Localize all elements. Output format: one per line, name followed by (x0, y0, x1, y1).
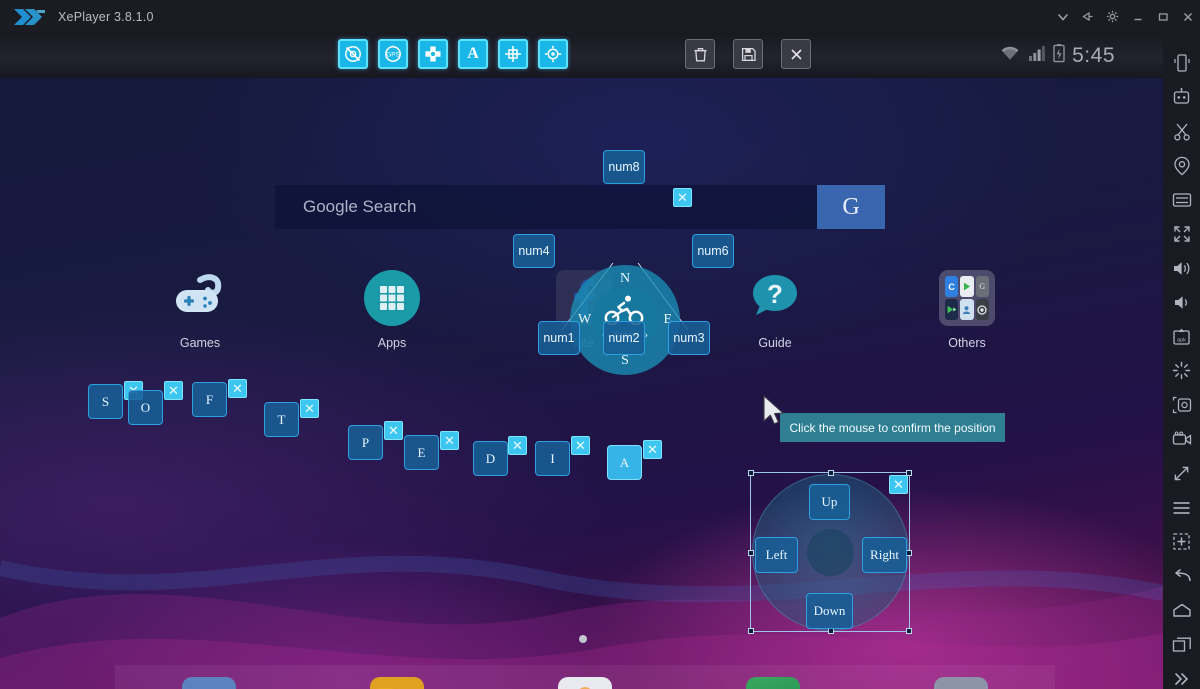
android-screen: Google Search G Games Apps ? Guide C G O… (0, 78, 1163, 689)
mapped-key-i[interactable]: I (535, 441, 570, 476)
mapped-key-s[interactable]: S (88, 384, 123, 419)
joystick-key-num8[interactable]: num8 (603, 150, 645, 184)
shake-burst-icon[interactable] (1169, 361, 1195, 381)
joystick-close-icon[interactable]: ✕ (673, 188, 692, 207)
resize-handle-w[interactable] (748, 550, 754, 556)
resize-handle-n[interactable] (828, 470, 834, 476)
apk-install-icon[interactable]: apk (1169, 327, 1195, 347)
title-bar: XePlayer 3.8.1.0 (0, 0, 1200, 33)
macro-robot-icon[interactable] (1169, 87, 1195, 107)
gear-icon[interactable] (1100, 0, 1125, 33)
video-record-icon[interactable] (1169, 429, 1195, 449)
joystick-widget[interactable]: N W E S ‹ 6m/s › (570, 265, 680, 375)
home-icon[interactable] (1169, 600, 1195, 620)
maximize-icon[interactable] (1150, 0, 1175, 33)
resize-handle-se[interactable] (906, 628, 912, 634)
pin-icon[interactable] (1075, 0, 1100, 33)
mapped-key-t[interactable]: T (264, 402, 299, 437)
volume-up-icon[interactable] (1169, 258, 1195, 278)
mapped-key-f[interactable]: F (192, 382, 227, 417)
right-sidebar: apk (1163, 33, 1200, 689)
mapped-key-d[interactable]: D (473, 441, 508, 476)
close-icon[interactable] (1175, 0, 1200, 33)
minimize-icon[interactable] (1125, 0, 1150, 33)
mapped-key-o-close-icon[interactable]: ✕ (164, 381, 183, 400)
signal-icon (1028, 44, 1046, 67)
joystick-dir-north: N (619, 271, 631, 286)
app-title: XePlayer 3.8.1.0 (58, 9, 154, 24)
expand-more-icon[interactable] (1169, 669, 1195, 689)
wifi-icon (999, 44, 1021, 67)
mapped-key-t-close-icon[interactable]: ✕ (300, 399, 319, 418)
dpad-close-icon[interactable]: ✕ (889, 475, 908, 494)
shake-phone-icon[interactable] (1169, 53, 1195, 73)
joystick-key-num6[interactable]: num6 (692, 234, 734, 268)
keymap-action-group (685, 39, 811, 69)
mouse-cursor (763, 395, 784, 425)
target-tool[interactable] (538, 39, 568, 69)
mapped-key-a[interactable]: A (607, 445, 642, 480)
joystick-key-num4[interactable]: num4 (513, 234, 555, 268)
battery-charging-icon (1053, 43, 1065, 68)
move-tool[interactable] (498, 39, 528, 69)
status-area: 5:45 (999, 33, 1115, 78)
resize-icon[interactable] (1169, 463, 1195, 483)
mapped-key-p-close-icon[interactable]: ✕ (384, 421, 403, 440)
keymap-toolbar: GPS A 5:45 (0, 33, 1163, 78)
xeplayer-window: XePlayer 3.8.1.0 GPS A 5:45 Google Searc… (0, 0, 1200, 689)
volume-down-icon[interactable] (1169, 292, 1195, 312)
back-icon[interactable] (1169, 566, 1195, 586)
status-clock: 5:45 (1072, 43, 1115, 67)
dpad-key-right[interactable]: Right (862, 537, 907, 573)
key-tool-label: A (467, 45, 479, 62)
save-button[interactable] (733, 39, 763, 69)
steering-wheel-tool[interactable] (338, 39, 368, 69)
mapped-key-o[interactable]: O (128, 390, 163, 425)
recents-icon[interactable] (1169, 634, 1195, 654)
mapped-key-p[interactable]: P (348, 425, 383, 460)
joystick-key-num1[interactable]: num1 (538, 321, 580, 355)
key-tool[interactable]: A (458, 39, 488, 69)
joystick-dir-south: S (621, 353, 629, 368)
svg-text:GPS: GPS (386, 52, 400, 59)
mapped-key-f-close-icon[interactable]: ✕ (228, 379, 247, 398)
dpad-key-left[interactable]: Left (755, 537, 798, 573)
chevron-down-icon[interactable] (1050, 0, 1075, 33)
mapped-key-e[interactable]: E (404, 435, 439, 470)
speed-increase-arrow[interactable]: › (644, 329, 648, 341)
dpad-tool[interactable] (418, 39, 448, 69)
joystick-key-num3[interactable]: num3 (668, 321, 710, 355)
location-icon[interactable] (1169, 156, 1195, 176)
resize-handle-nw[interactable] (748, 470, 754, 476)
resize-handle-sw[interactable] (748, 628, 754, 634)
fullscreen-icon[interactable] (1169, 224, 1195, 244)
mapped-key-d-close-icon[interactable]: ✕ (508, 436, 527, 455)
joystick-key-num2[interactable]: num2 (603, 321, 645, 355)
add-box-icon[interactable] (1169, 532, 1195, 552)
svg-text:apk: apk (1177, 338, 1186, 344)
mapped-key-e-close-icon[interactable]: ✕ (440, 431, 459, 450)
gps-tool[interactable]: GPS (378, 39, 408, 69)
scissors-icon[interactable] (1169, 121, 1195, 141)
mapped-key-a-close-icon[interactable]: ✕ (643, 440, 662, 459)
screenshot-icon[interactable] (1169, 395, 1195, 415)
keyboard-icon[interactable] (1169, 190, 1195, 210)
mapped-key-i-close-icon[interactable]: ✕ (571, 436, 590, 455)
dpad-key-up[interactable]: Up (809, 484, 850, 520)
confirm-position-tooltip: Click the mouse to confirm the position (780, 413, 1005, 442)
close-button[interactable] (781, 39, 811, 69)
dpad-key-down[interactable]: Down (806, 593, 853, 629)
window-controls (1050, 0, 1200, 33)
menu-icon[interactable] (1169, 498, 1195, 518)
xeplayer-logo-icon (12, 7, 46, 27)
delete-button[interactable] (685, 39, 715, 69)
keymap-tool-group: GPS A (338, 39, 568, 69)
